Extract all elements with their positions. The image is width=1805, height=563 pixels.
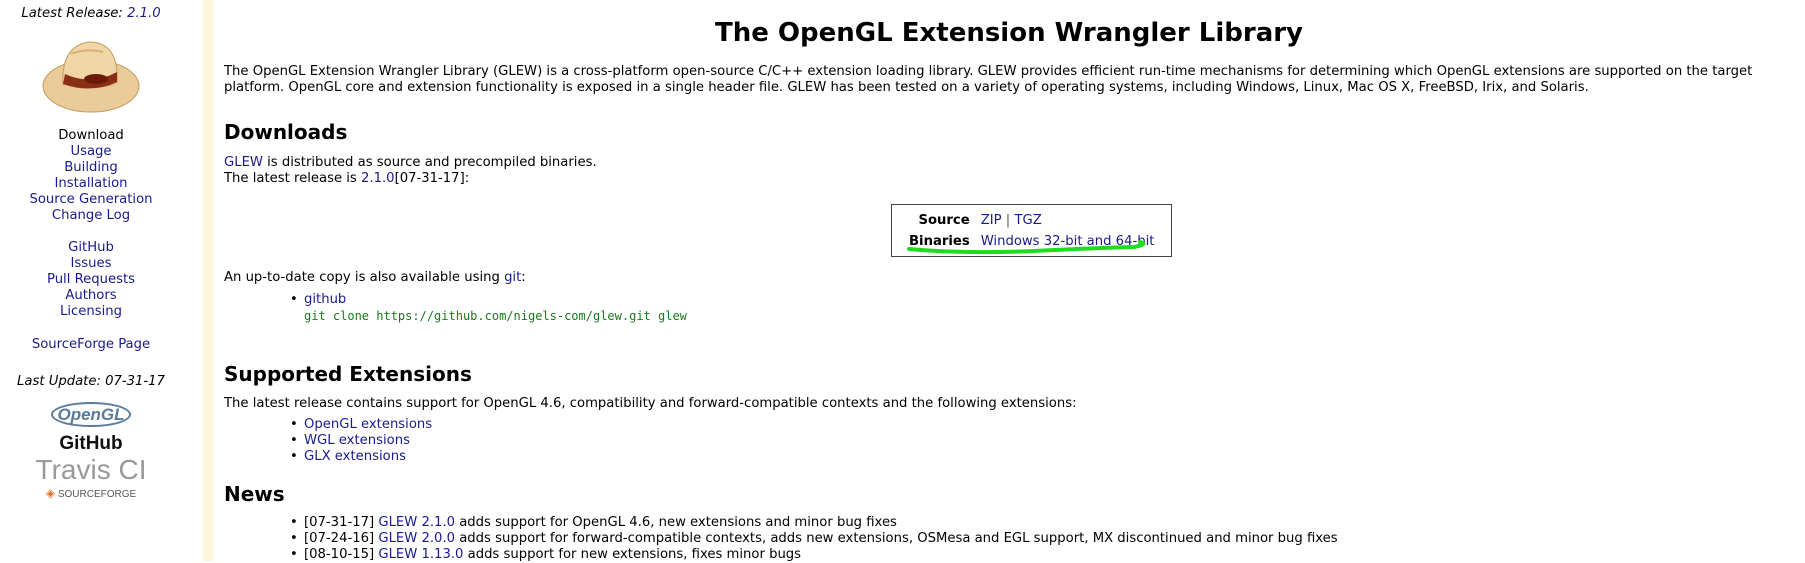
- sourceforge-diamond-icon: ◈: [45, 486, 56, 500]
- latest-release: Latest Release: 2.1.0: [0, 6, 182, 21]
- git-list: github git clone https://github.com/nige…: [224, 292, 1624, 325]
- sidebar-item-usage[interactable]: Usage: [0, 144, 182, 160]
- main-content: The OpenGL Extension Wrangler Library Th…: [224, 0, 1794, 563]
- sidebar-item-building[interactable]: Building: [0, 160, 182, 176]
- sponsor-logos: OpenGL GitHub Travis CI ◈ SOURCEFORGE: [0, 402, 182, 500]
- news-release-link[interactable]: GLEW 2.1.0: [378, 515, 455, 530]
- list-item: WGL extensions: [224, 433, 1624, 449]
- sidebar-item-issues[interactable]: Issues: [0, 256, 182, 272]
- news-text: adds support for forward-compatible cont…: [455, 531, 1338, 547]
- green-highlight-underline: [907, 240, 1146, 255]
- sidebar-item-source-generation[interactable]: Source Generation: [0, 192, 182, 208]
- intro-line-2: platform. OpenGL core and extension func…: [224, 80, 1589, 96]
- sidebar-nav-project: GitHub Issues Pull Requests Authors Lice…: [0, 240, 182, 320]
- sidebar-item-change-log[interactable]: Change Log: [0, 208, 182, 224]
- glx-extensions-link[interactable]: GLX extensions: [304, 449, 406, 464]
- extensions-list: OpenGL extensions WGL extensions GLX ext…: [224, 417, 1624, 465]
- glew-hat-logo: [42, 41, 140, 113]
- latest-release-version-link[interactable]: 2.1.0: [127, 6, 161, 21]
- downloads-intro: GLEW is distributed as source and precom…: [224, 155, 597, 188]
- supported-extensions-heading: Supported Extensions: [224, 362, 472, 386]
- opengl-extensions-link[interactable]: OpenGL extensions: [304, 417, 432, 432]
- news-date: [07-24-16]: [304, 531, 379, 547]
- opengl-logo[interactable]: OpenGL: [0, 402, 182, 427]
- source-row: Source ZIP | TGZ: [906, 210, 1157, 231]
- news-list: [07-31-17] GLEW 2.1.0 adds support for O…: [224, 515, 1724, 563]
- page-title: The OpenGL Extension Wrangler Library: [714, 18, 1304, 48]
- latest-version-link[interactable]: 2.1.0: [361, 171, 395, 186]
- list-item: github git clone https://github.com/nige…: [224, 292, 1624, 325]
- source-label: Source: [918, 213, 970, 228]
- intro-paragraph: The OpenGL Extension Wrangler Library (G…: [224, 64, 1752, 97]
- extensions-description: The latest release contains support for …: [224, 396, 1077, 411]
- list-item: GLX extensions: [224, 449, 1624, 465]
- sidebar-item-authors[interactable]: Authors: [0, 288, 182, 304]
- wgl-extensions-link[interactable]: WGL extensions: [304, 433, 410, 448]
- sourceforge-logo[interactable]: ◈ SOURCEFORGE: [0, 486, 182, 500]
- sidebar-item-licensing[interactable]: Licensing: [0, 304, 182, 320]
- news-date: [08-10-15]: [304, 547, 379, 563]
- zip-download-link[interactable]: ZIP: [981, 213, 1002, 228]
- travis-ci-logo[interactable]: Travis CI: [0, 455, 182, 485]
- latest-release-label: Latest Release:: [21, 6, 123, 21]
- news-date: [07-31-17]: [304, 515, 379, 530]
- sidebar: Latest Release: 2.1.0 Download Usage Bui…: [0, 0, 182, 561]
- sidebar-nav-primary: Download Usage Building Installation Sou…: [0, 128, 182, 225]
- sidebar-item-github[interactable]: GitHub: [0, 240, 182, 256]
- link-separator: |: [1005, 213, 1011, 228]
- sidebar-item-sourceforge-page[interactable]: SourceForge Page: [0, 337, 182, 352]
- git-prefix: An up-to-date copy is also available usi…: [224, 270, 505, 285]
- github-repo-link[interactable]: github: [304, 292, 346, 307]
- distributed-text: is distributed as source and precompiled…: [262, 155, 597, 170]
- sidebar-item-installation[interactable]: Installation: [0, 176, 182, 192]
- last-update: Last Update: 07-31-17: [17, 374, 165, 389]
- glew-link[interactable]: GLEW: [224, 155, 263, 170]
- news-heading: News: [224, 482, 285, 506]
- news-release-link[interactable]: GLEW 2.0.0: [378, 531, 455, 546]
- news-item: [07-31-17] GLEW 2.1.0 adds support for O…: [224, 515, 1724, 531]
- news-item: [07-24-16] GLEW 2.0.0 adds support for f…: [224, 531, 1724, 547]
- git-clone-command: git clone https://github.com/nigels-com/…: [304, 309, 687, 324]
- sidebar-stripe: [203, 0, 213, 561]
- git-suffix: :: [521, 270, 526, 285]
- sidebar-nav-sourceforge: SourceForge Page: [0, 337, 182, 352]
- sidebar-item-download: Download: [58, 128, 124, 143]
- list-item: OpenGL extensions: [224, 417, 1624, 433]
- news-text: adds support for OpenGL 4.6, new extensi…: [455, 515, 897, 530]
- git-intro: An up-to-date copy is also available usi…: [224, 270, 526, 286]
- news-release-link[interactable]: GLEW 1.13.0: [378, 547, 463, 562]
- latest-release-date: [07-31-17]:: [394, 171, 470, 187]
- downloads-heading: Downloads: [224, 120, 348, 144]
- tgz-download-link[interactable]: TGZ: [1014, 213, 1041, 228]
- news-text: adds support for new extensions, fixes m…: [463, 547, 802, 563]
- intro-line-1: The OpenGL Extension Wrangler Library (G…: [224, 64, 1753, 79]
- latest-release-prefix: The latest release is: [224, 171, 361, 187]
- git-link[interactable]: git: [504, 270, 521, 285]
- sidebar-item-pull-requests[interactable]: Pull Requests: [0, 272, 182, 288]
- github-logo[interactable]: GitHub: [0, 433, 182, 455]
